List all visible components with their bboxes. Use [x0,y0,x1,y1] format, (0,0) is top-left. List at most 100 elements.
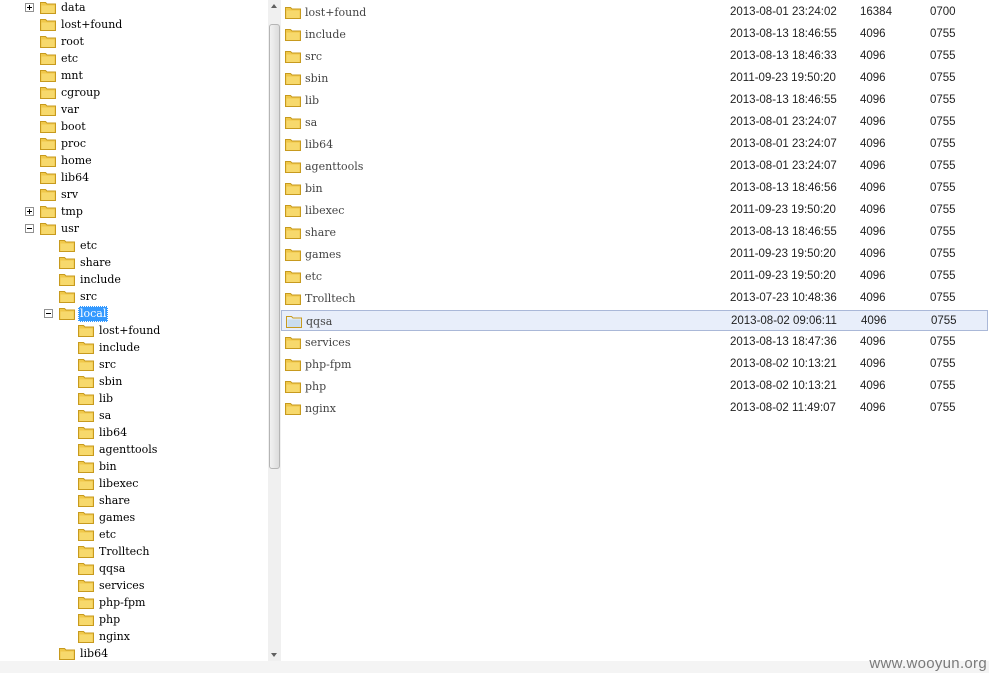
tree-node[interactable]: sa [0,408,268,425]
tree-node[interactable]: src [0,289,268,306]
tree-node-label[interactable]: qqsa [97,561,127,577]
tree-node[interactable]: home [0,153,268,170]
scroll-down-arrow-icon[interactable] [271,653,277,657]
tree-node-label[interactable]: share [78,255,113,271]
file-row[interactable]: include 2013-08-13 18:46:55 4096 0755 [281,24,988,45]
tree-node[interactable]: libexec [0,476,268,493]
tree-node-label[interactable]: lost+found [97,323,162,339]
tree-node[interactable]: bin [0,459,268,476]
tree-node-label[interactable]: local [78,306,109,322]
tree-node[interactable]: tmp [0,204,268,221]
tree-node-label[interactable]: usr [59,221,81,237]
tree-node-label[interactable]: php [97,612,122,628]
file-row[interactable]: games 2011-09-23 19:50:20 4096 0755 [281,244,988,265]
file-row[interactable]: Trolltech 2013-07-23 10:48:36 4096 0755 [281,288,988,309]
minus-box-icon[interactable] [44,309,53,318]
tree-node-label[interactable]: src [97,357,118,373]
tree-node-label[interactable]: agenttools [97,442,159,458]
tree-node-label[interactable]: data [59,0,88,16]
tree-node-label[interactable]: Trolltech [97,544,151,560]
plus-box-icon[interactable] [25,207,34,216]
tree-node[interactable]: include [0,340,268,357]
tree-node[interactable]: include [0,272,268,289]
file-row[interactable]: php 2013-08-02 10:13:21 4096 0755 [281,376,988,397]
tree-node[interactable]: root [0,34,268,51]
tree-node[interactable]: etc [0,238,268,255]
tree-node-label[interactable]: etc [97,527,118,543]
tree-node-label[interactable]: tmp [59,204,85,220]
tree-node-label[interactable]: php-fpm [97,595,147,611]
tree-node[interactable]: etc [0,527,268,544]
tree-node[interactable]: sbin [0,374,268,391]
tree-node[interactable]: src [0,357,268,374]
tree-node[interactable]: etc [0,51,268,68]
tree-node-label[interactable]: var [59,102,81,118]
tree-node[interactable]: data [0,0,268,17]
file-row[interactable]: lib64 2013-08-01 23:24:07 4096 0755 [281,134,988,155]
tree-node[interactable]: proc [0,136,268,153]
file-row[interactable]: share 2013-08-13 18:46:55 4096 0755 [281,222,988,243]
tree-node[interactable]: lib [0,391,268,408]
tree-node-label[interactable]: sa [97,408,113,424]
file-list[interactable]: lost+found 2013-08-01 23:24:02 16384 0700 in… [281,0,989,661]
tree-node-label[interactable]: libexec [97,476,140,492]
file-row[interactable]: src 2013-08-13 18:46:33 4096 0755 [281,46,988,67]
tree-node-label[interactable]: etc [78,238,99,254]
tree-node-label[interactable]: nginx [97,629,132,645]
tree-node[interactable]: lib64 [0,170,268,187]
tree-node[interactable]: mnt [0,68,268,85]
scroll-up-arrow-icon[interactable] [271,4,277,8]
tree-node-label[interactable]: share [97,493,132,509]
tree-node-label[interactable]: src [78,289,99,305]
tree-node-label[interactable]: lib64 [59,170,91,186]
tree-node-label[interactable]: lib [97,391,115,407]
file-row[interactable]: lib 2013-08-13 18:46:55 4096 0755 [281,90,988,111]
file-row[interactable]: nginx 2013-08-02 11:49:07 4096 0755 [281,398,988,419]
file-row[interactable]: bin 2013-08-13 18:46:56 4096 0755 [281,178,988,199]
tree-node[interactable]: Trolltech [0,544,268,561]
tree-node[interactable]: php [0,612,268,629]
tree-node-label[interactable]: lib64 [78,646,110,661]
scrollbar-thumb[interactable] [269,24,280,469]
tree-node-label[interactable]: etc [59,51,80,67]
file-row[interactable]: libexec 2011-09-23 19:50:20 4096 0755 [281,200,988,221]
file-row[interactable]: lost+found 2013-08-01 23:24:02 16384 0700 [281,2,988,23]
tree-node[interactable]: lib64 [0,646,268,661]
file-row[interactable]: services 2013-08-13 18:47:36 4096 0755 [281,332,988,353]
tree-node[interactable]: php-fpm [0,595,268,612]
tree-node-label[interactable]: bin [97,459,119,475]
tree-node[interactable]: share [0,493,268,510]
tree-node[interactable]: boot [0,119,268,136]
file-row[interactable]: sa 2013-08-01 23:24:07 4096 0755 [281,112,988,133]
file-row[interactable]: php-fpm 2013-08-02 10:13:21 4096 0755 [281,354,988,375]
tree-node[interactable]: var [0,102,268,119]
tree-node-label[interactable]: boot [59,119,88,135]
folder-tree[interactable]: data lost+found root etc mnt cgroup var boot pro… [0,0,268,661]
file-row[interactable]: etc 2011-09-23 19:50:20 4096 0755 [281,266,988,287]
tree-node[interactable]: cgroup [0,85,268,102]
tree-node[interactable]: lost+found [0,323,268,340]
tree-node-label[interactable]: sbin [97,374,124,390]
tree-node[interactable]: usr [0,221,268,238]
tree-node-label[interactable]: lost+found [59,17,124,33]
tree-node-label[interactable]: mnt [59,68,85,84]
tree-node-label[interactable]: lib64 [97,425,129,441]
file-row[interactable]: qqsa 2013-08-02 09:06:11 4096 0755 [281,310,988,331]
tree-scrollbar[interactable] [268,0,281,661]
tree-node[interactable]: share [0,255,268,272]
minus-box-icon[interactable] [25,224,34,233]
tree-node-label[interactable]: home [59,153,94,169]
tree-node-label[interactable]: services [97,578,146,594]
tree-node-label[interactable]: games [97,510,137,526]
tree-node[interactable]: games [0,510,268,527]
file-row[interactable]: sbin 2011-09-23 19:50:20 4096 0755 [281,68,988,89]
tree-node[interactable]: lost+found [0,17,268,34]
tree-node[interactable]: lib64 [0,425,268,442]
tree-node-label[interactable]: srv [59,187,80,203]
tree-node[interactable]: nginx [0,629,268,646]
tree-node-label[interactable]: proc [59,136,88,152]
tree-node-label[interactable]: include [97,340,142,356]
file-row[interactable]: agenttools 2013-08-01 23:24:07 4096 0755 [281,156,988,177]
tree-node-label[interactable]: root [59,34,86,50]
tree-node[interactable]: services [0,578,268,595]
